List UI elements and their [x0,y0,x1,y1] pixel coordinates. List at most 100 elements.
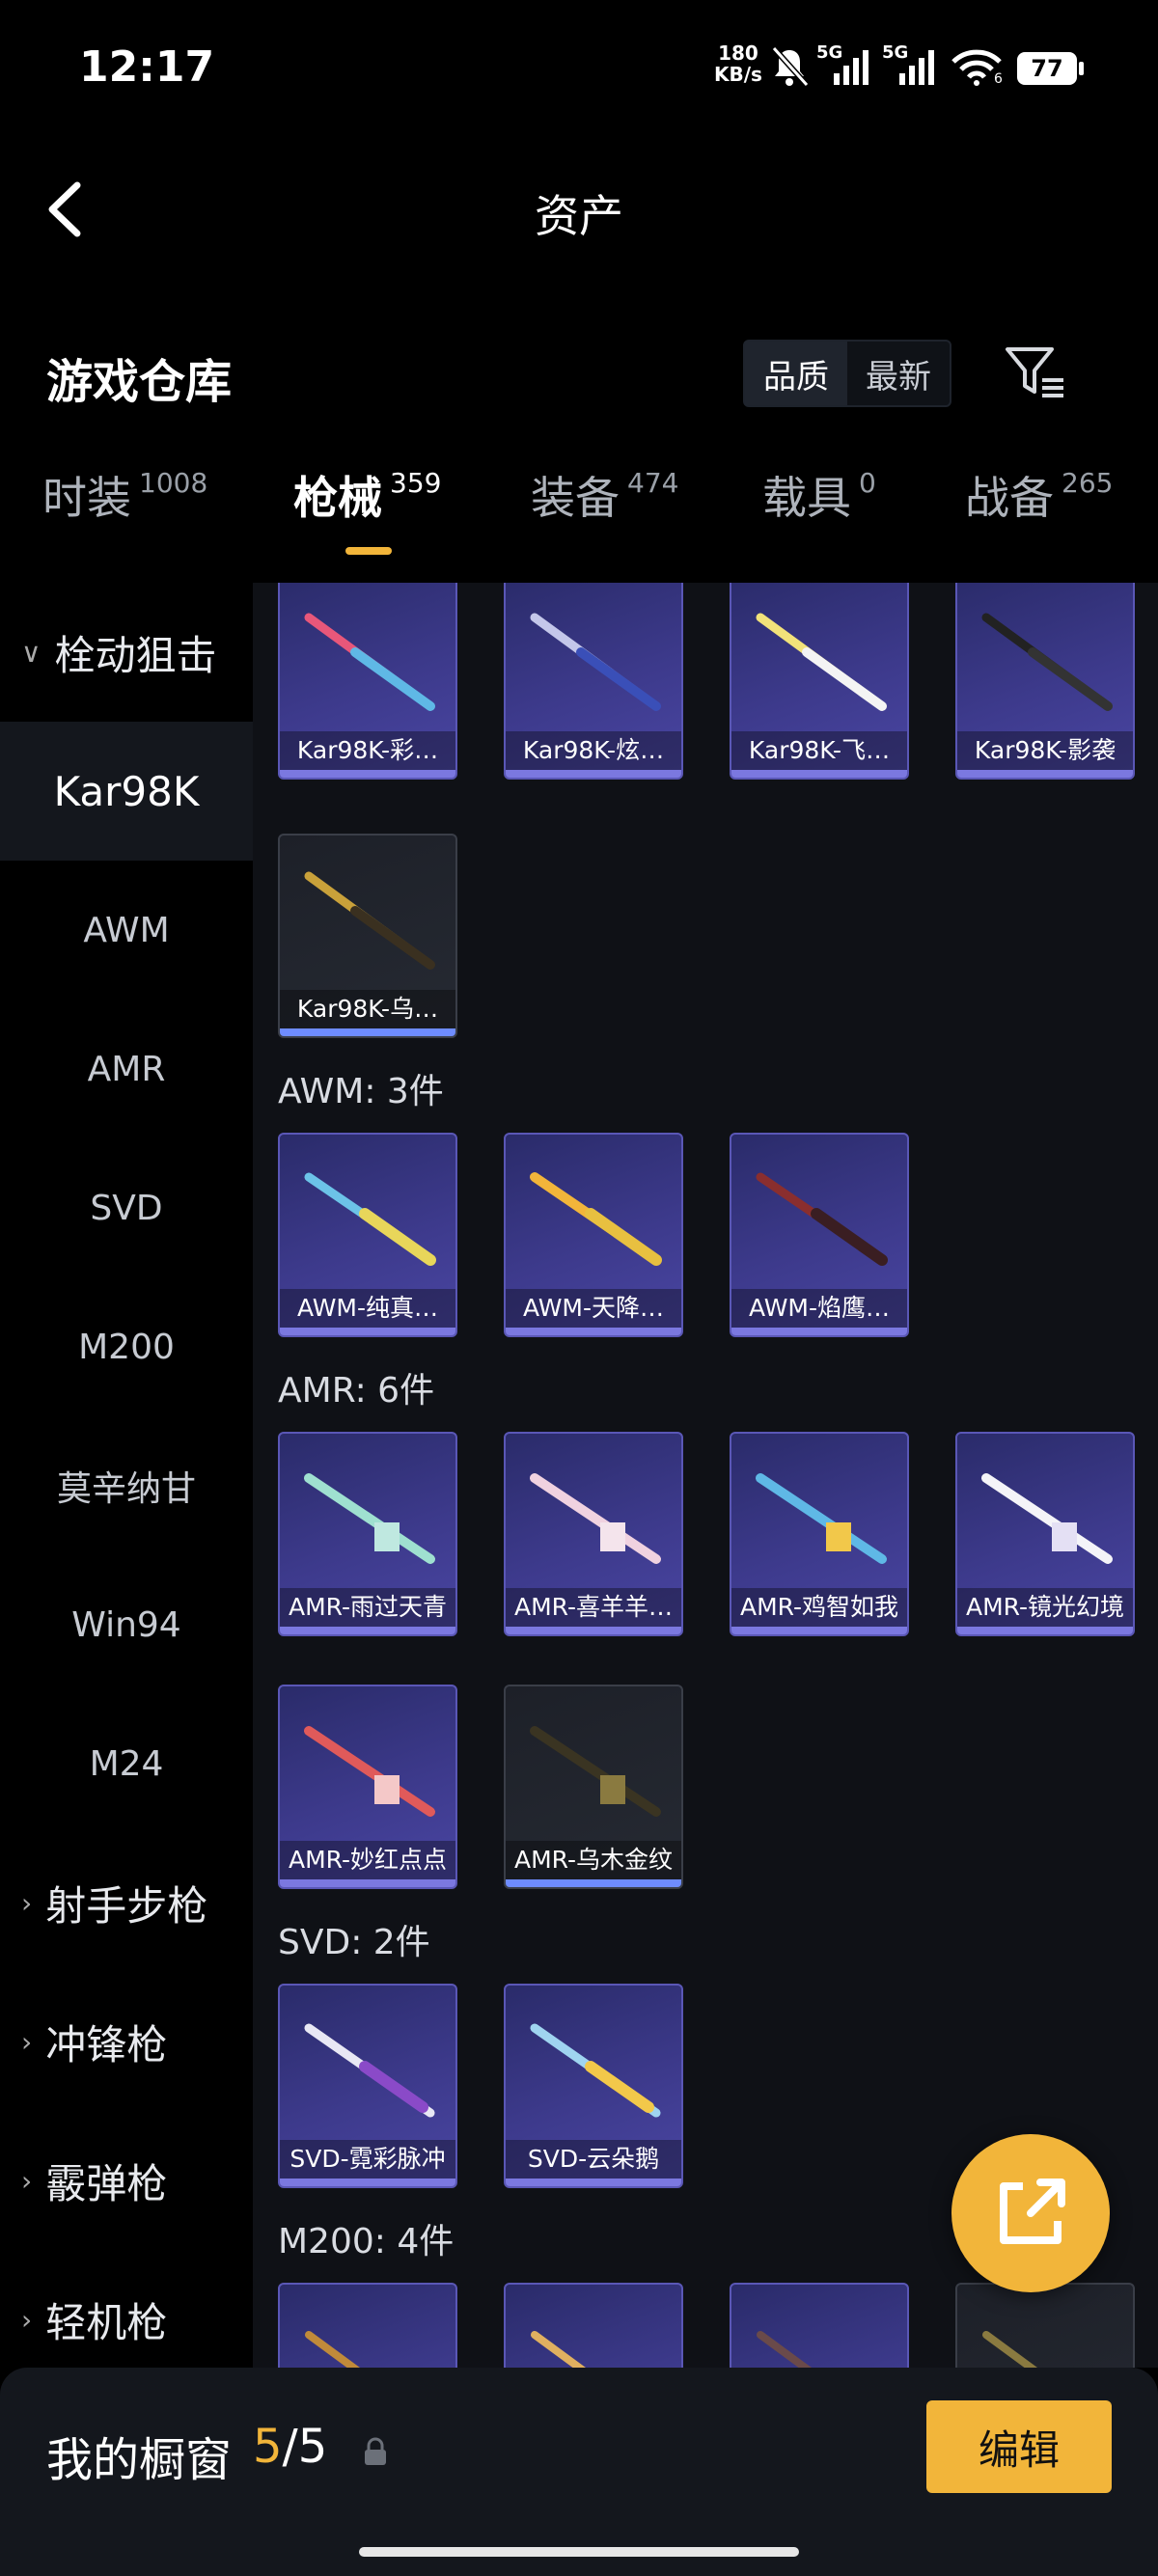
tab-count: 0 [859,467,876,499]
weapon-card[interactable]: AMR-镜光幻境 [955,1432,1135,1636]
rarity-bar [506,2179,681,2186]
sidebar-group-label: 轻机枪 [45,2298,168,2346]
rifle-icon [756,613,887,711]
tab-gear[interactable]: 战备 265 [965,463,1113,527]
weapon-name: AMR-乌木金纹 [506,1841,681,1879]
rifle-icon [304,613,435,711]
weapon-card[interactable]: AWM-焰鹰… [730,1133,909,1337]
tab-vehicles[interactable]: 载具 0 [762,463,876,527]
sidebar-group-label: 栓动狙击 [54,631,217,679]
sidebar-group-dmr[interactable]: › 射手步枪 [0,1833,253,1972]
sniper-icon [530,1172,662,1266]
weapon-card[interactable]: Kar98K-彩… [278,583,457,780]
weapon-card[interactable] [278,2283,457,2368]
rarity-bar [731,1627,907,1634]
weapon-name: Kar98K-炫… [506,731,681,770]
chevron-down-icon: ∨ [21,636,41,669]
chevron-right-icon: › [21,1886,33,1919]
status-time: 12:17 [79,42,215,92]
rarity-bar [731,770,907,778]
tab-equipment[interactable]: 装备 474 [531,463,678,527]
sort-newest-button[interactable]: 最新 [847,342,950,405]
weapon-card[interactable]: Kar98K-飞… [730,583,909,780]
rifle-icon [304,2023,435,2118]
signal-2-icon [899,50,934,85]
chevron-right-icon: › [21,2025,33,2058]
section-label-amr: AMR: 6件 [278,1371,435,1411]
weapon-card[interactable]: AWM-天降… [504,1133,683,1337]
tab-count: 474 [627,467,679,499]
rifle-icon [981,613,1113,711]
weapon-card[interactable]: AMR-喜羊羊… [504,1432,683,1636]
signal-1-icon [834,50,868,85]
weapon-card[interactable]: Kar98K-影袭 [955,583,1135,780]
weapon-card[interactable] [730,2283,909,2368]
sidebar-item-amr[interactable]: AMR [0,1000,253,1138]
section-label-awm: AWM: 3件 [278,1072,444,1111]
rarity-bar [280,770,455,778]
rarity-bar [957,770,1133,778]
weapon-name: SVD-霓彩脉冲 [280,2140,455,2179]
weapon-card[interactable]: Kar98K-乌… [278,834,457,1038]
sidebar-item-m24[interactable]: M24 [0,1694,253,1833]
sidebar-item-svd[interactable]: SVD [0,1138,253,1277]
sidebar-group-bolt-action[interactable]: ∨ 栓动狙击 [0,583,253,722]
sidebar-group-smg[interactable]: › 冲锋枪 [0,1972,253,2111]
sidebar-item-kar98k[interactable]: Kar98K [0,722,253,861]
rifle-icon [531,2331,586,2368]
share-button[interactable] [951,2134,1110,2292]
weapon-card[interactable]: SVD-云朵鹅 [504,1984,683,2188]
battery-icon: 77 [1017,52,1077,85]
sidebar-item-m200[interactable]: M200 [0,1277,253,1416]
weapon-name: AWM-天降… [506,1289,681,1328]
sniper-icon [756,1172,888,1266]
weapon-card[interactable]: SVD-霓彩脉冲 [278,1984,457,2188]
battery-level: 77 [1031,55,1063,82]
tab-weapons[interactable]: 枪械 359 [293,463,441,527]
rarity-bar [280,1627,455,1634]
rarity-bar [506,770,681,778]
weapon-card[interactable]: AMR-鸡智如我 [730,1432,909,1636]
net-speed: 180 KB/s [714,42,762,85]
weapon-name: Kar98K-飞… [731,731,907,770]
weapon-grid: Kar98K-彩… Kar98K-炫… Kar98K-飞… Kar98K-影袭 … [253,583,1158,2368]
rarity-bar [280,1028,455,1036]
weapon-name: AWM-焰鹰… [731,1289,907,1328]
sniper-icon [304,1726,435,1817]
sidebar-item-mosin[interactable]: 莫辛纳甘 [0,1416,253,1555]
weapon-name: AMR-妙红点点 [280,1841,455,1879]
sniper-icon [304,1473,435,1564]
chevron-right-icon: › [21,2303,33,2336]
rarity-bar [280,2179,455,2186]
filter-icon[interactable] [1004,343,1067,401]
rifle-icon [530,2023,661,2118]
sidebar-group-label: 冲锋枪 [45,2020,168,2069]
edit-button[interactable]: 编辑 [926,2400,1112,2493]
rarity-bar [506,1627,681,1634]
weapon-name: SVD-云朵鹅 [506,2140,681,2179]
weapon-card[interactable]: AWM-纯真… [278,1133,457,1337]
tab-label: 战备 [965,472,1054,524]
sidebar-item-awm[interactable]: AWM [0,861,253,1000]
rarity-bar [957,1627,1133,1634]
rifle-icon [304,871,435,970]
tab-fashion[interactable]: 时装 1008 [42,463,207,527]
rifle-icon [305,2331,360,2368]
weapon-card[interactable]: AMR-雨过天青 [278,1432,457,1636]
sniper-icon [530,1473,661,1564]
sort-quality-button[interactable]: 品质 [745,342,847,405]
weapon-card[interactable]: AMR-乌木金纹 [504,1685,683,1889]
sidebar-group-label: 射手步枪 [45,1881,208,1930]
weapon-card[interactable] [955,2283,1135,2368]
weapon-card[interactable]: AMR-妙红点点 [278,1685,457,1889]
rifle-icon [982,2331,1037,2368]
home-indicator[interactable] [359,2547,799,2557]
sidebar-group-shotgun[interactable]: › 霰弹枪 [0,2111,253,2250]
share-icon [1000,2179,1065,2244]
weapon-name: Kar98K-乌… [280,990,455,1028]
weapon-name: AMR-鸡智如我 [731,1588,907,1627]
weapon-card[interactable]: Kar98K-炫… [504,583,683,780]
sniper-icon [530,1726,661,1817]
sidebar-item-win94[interactable]: Win94 [0,1555,253,1694]
weapon-card[interactable] [504,2283,683,2368]
